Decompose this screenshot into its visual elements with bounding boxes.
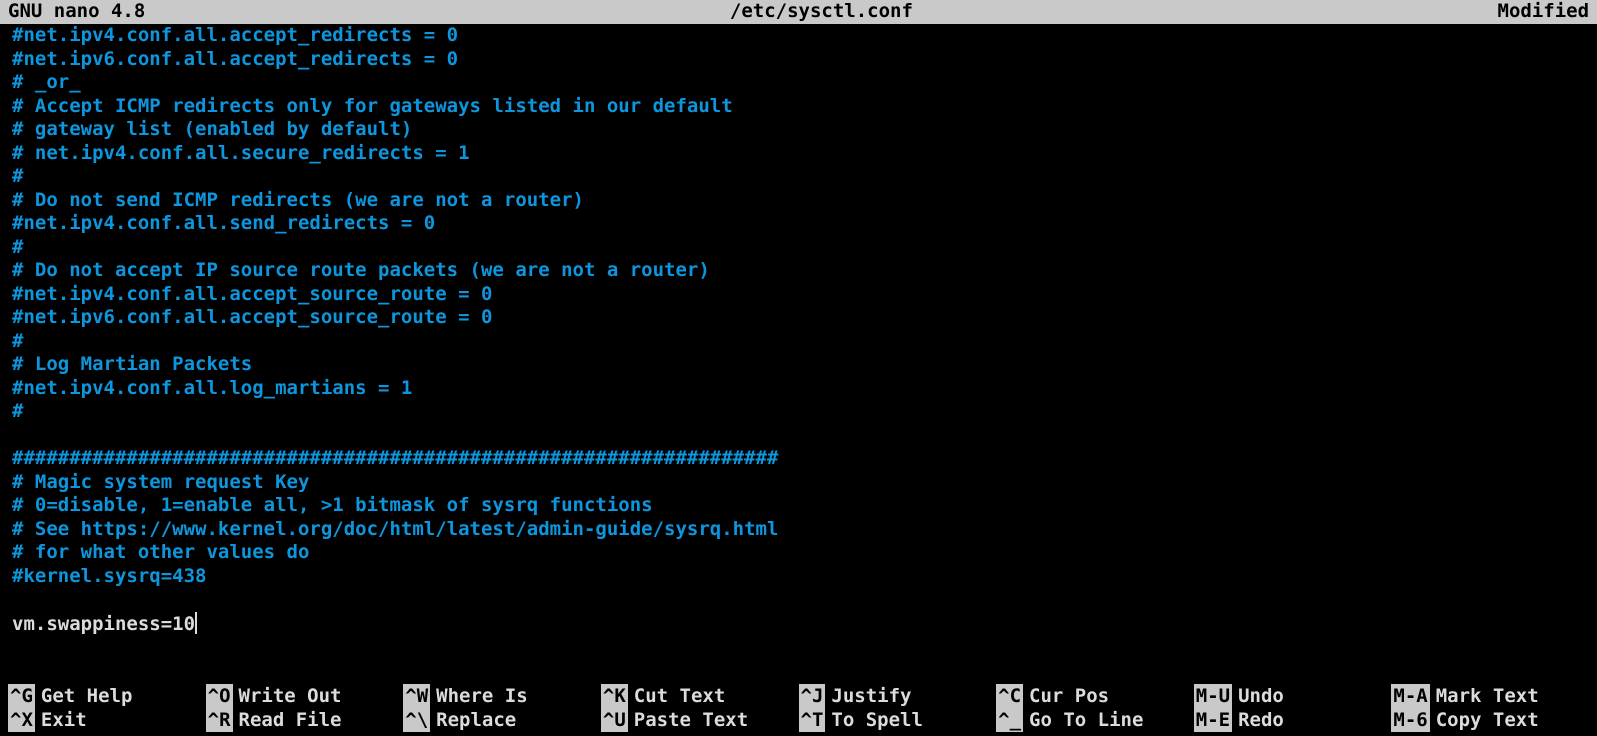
shortcut-label: Where Is [436,684,528,708]
file-line: # See https://www.kernel.org/doc/html/la… [12,518,778,540]
file-line: #net.ipv4.conf.all.log_martians = 1 [12,377,412,399]
shortcut-key: ^J [799,684,826,708]
file-line: vm.swappiness=10 [12,613,195,635]
file-line: # Do not accept IP source route packets … [12,259,710,281]
shortcut-to-spell[interactable]: ^TTo Spell [799,708,997,732]
shortcut-go-to-line[interactable]: ^_Go To Line [996,708,1194,732]
file-line: #net.ipv6.conf.all.accept_source_route =… [12,306,492,328]
file-line: # [12,330,23,352]
shortcut-label: Go To Line [1029,708,1143,732]
file-line: # Magic system request Key [12,471,309,493]
shortcut-where-is[interactable]: ^WWhere Is [403,684,601,708]
shortcut-mark-text[interactable]: M-A Mark Text [1391,684,1589,708]
shortcut-label: Mark Text [1436,684,1539,708]
nano-version: GNU nano 4.8 [8,0,145,24]
shortcut-key: ^G [8,684,35,708]
shortcut-key: ^U [601,708,628,732]
file-line: #net.ipv4.conf.all.accept_source_route =… [12,283,492,305]
file-line: # net.ipv4.conf.all.secure_redirects = 1 [12,142,470,164]
editor-area[interactable]: #net.ipv4.conf.all.accept_redirects = 0 … [0,24,1597,636]
file-line: # for what other values do [12,541,309,563]
shortcut-paste-text[interactable]: ^UPaste Text [601,708,799,732]
shortcut-exit[interactable]: ^XExit [8,708,206,732]
nano-modified-status: Modified [1498,0,1590,24]
shortcut-key: ^R [206,708,233,732]
shortcut-label: Read File [239,708,342,732]
file-line: #net.ipv6.conf.all.accept_redirects = 0 [12,48,458,70]
file-line: # Accept ICMP redirects only for gateway… [12,95,733,117]
file-line: # [12,165,23,187]
shortcut-key: ^_ [996,708,1023,732]
file-line: # Do not send ICMP redirects (we are not… [12,189,584,211]
shortcut-key: M-U [1194,684,1232,708]
shortcut-label: Undo [1238,684,1284,708]
text-cursor [195,612,197,634]
shortcut-cut-text[interactable]: ^KCut Text [601,684,799,708]
shortcut-justify[interactable]: ^JJustify [799,684,997,708]
file-line: #net.ipv4.conf.all.accept_redirects = 0 [12,24,458,46]
file-line: # 0=disable, 1=enable all, >1 bitmask of… [12,494,653,516]
shortcut-label: Paste Text [634,708,748,732]
file-line: ########################################… [12,447,778,469]
shortcut-key: ^O [206,684,233,708]
shortcut-label: Write Out [239,684,342,708]
shortcut-key: M-A [1391,684,1429,708]
shortcut-bar: ^GGet Help^OWrite Out^WWhere Is^KCut Tex… [0,684,1597,736]
shortcut-key: M-E [1194,708,1232,732]
shortcut-label: Copy Text [1436,708,1539,732]
shortcut-label: Get Help [41,684,133,708]
shortcut-key: ^\ [403,708,430,732]
shortcut-key: ^C [996,684,1023,708]
shortcut-label: Redo [1238,708,1284,732]
shortcut-redo[interactable]: M-ERedo [1194,708,1392,732]
file-line: # Log Martian Packets [12,353,252,375]
file-line: # [12,400,23,422]
nano-title-bar: GNU nano 4.8 /etc/sysctl.conf Modified [0,0,1597,24]
file-line: #net.ipv4.conf.all.send_redirects = 0 [12,212,435,234]
shortcut-write-out[interactable]: ^OWrite Out [206,684,404,708]
file-line: #kernel.sysrq=438 [12,565,206,587]
shortcut-label: Replace [436,708,516,732]
shortcut-key: ^T [799,708,826,732]
file-line: # _or_ [12,71,81,93]
shortcut-label: Exit [41,708,87,732]
shortcut-key: ^K [601,684,628,708]
nano-filename: /etc/sysctl.conf [730,0,913,24]
shortcut-label: To Spell [831,708,923,732]
shortcut-label: Justify [831,684,911,708]
shortcut-get-help[interactable]: ^GGet Help [8,684,206,708]
shortcut-copy-text[interactable]: M-6 Copy Text [1391,708,1589,732]
shortcut-replace[interactable]: ^\Replace [403,708,601,732]
shortcut-read-file[interactable]: ^RRead File [206,708,404,732]
shortcut-key: ^W [403,684,430,708]
shortcut-key: M-6 [1391,708,1429,732]
shortcut-label: Cur Pos [1029,684,1109,708]
shortcut-cur-pos[interactable]: ^CCur Pos [996,684,1194,708]
shortcut-label: Cut Text [634,684,726,708]
file-line: # [12,236,23,258]
shortcut-undo[interactable]: M-UUndo [1194,684,1392,708]
shortcut-key: ^X [8,708,35,732]
file-line: # gateway list (enabled by default) [12,118,412,140]
